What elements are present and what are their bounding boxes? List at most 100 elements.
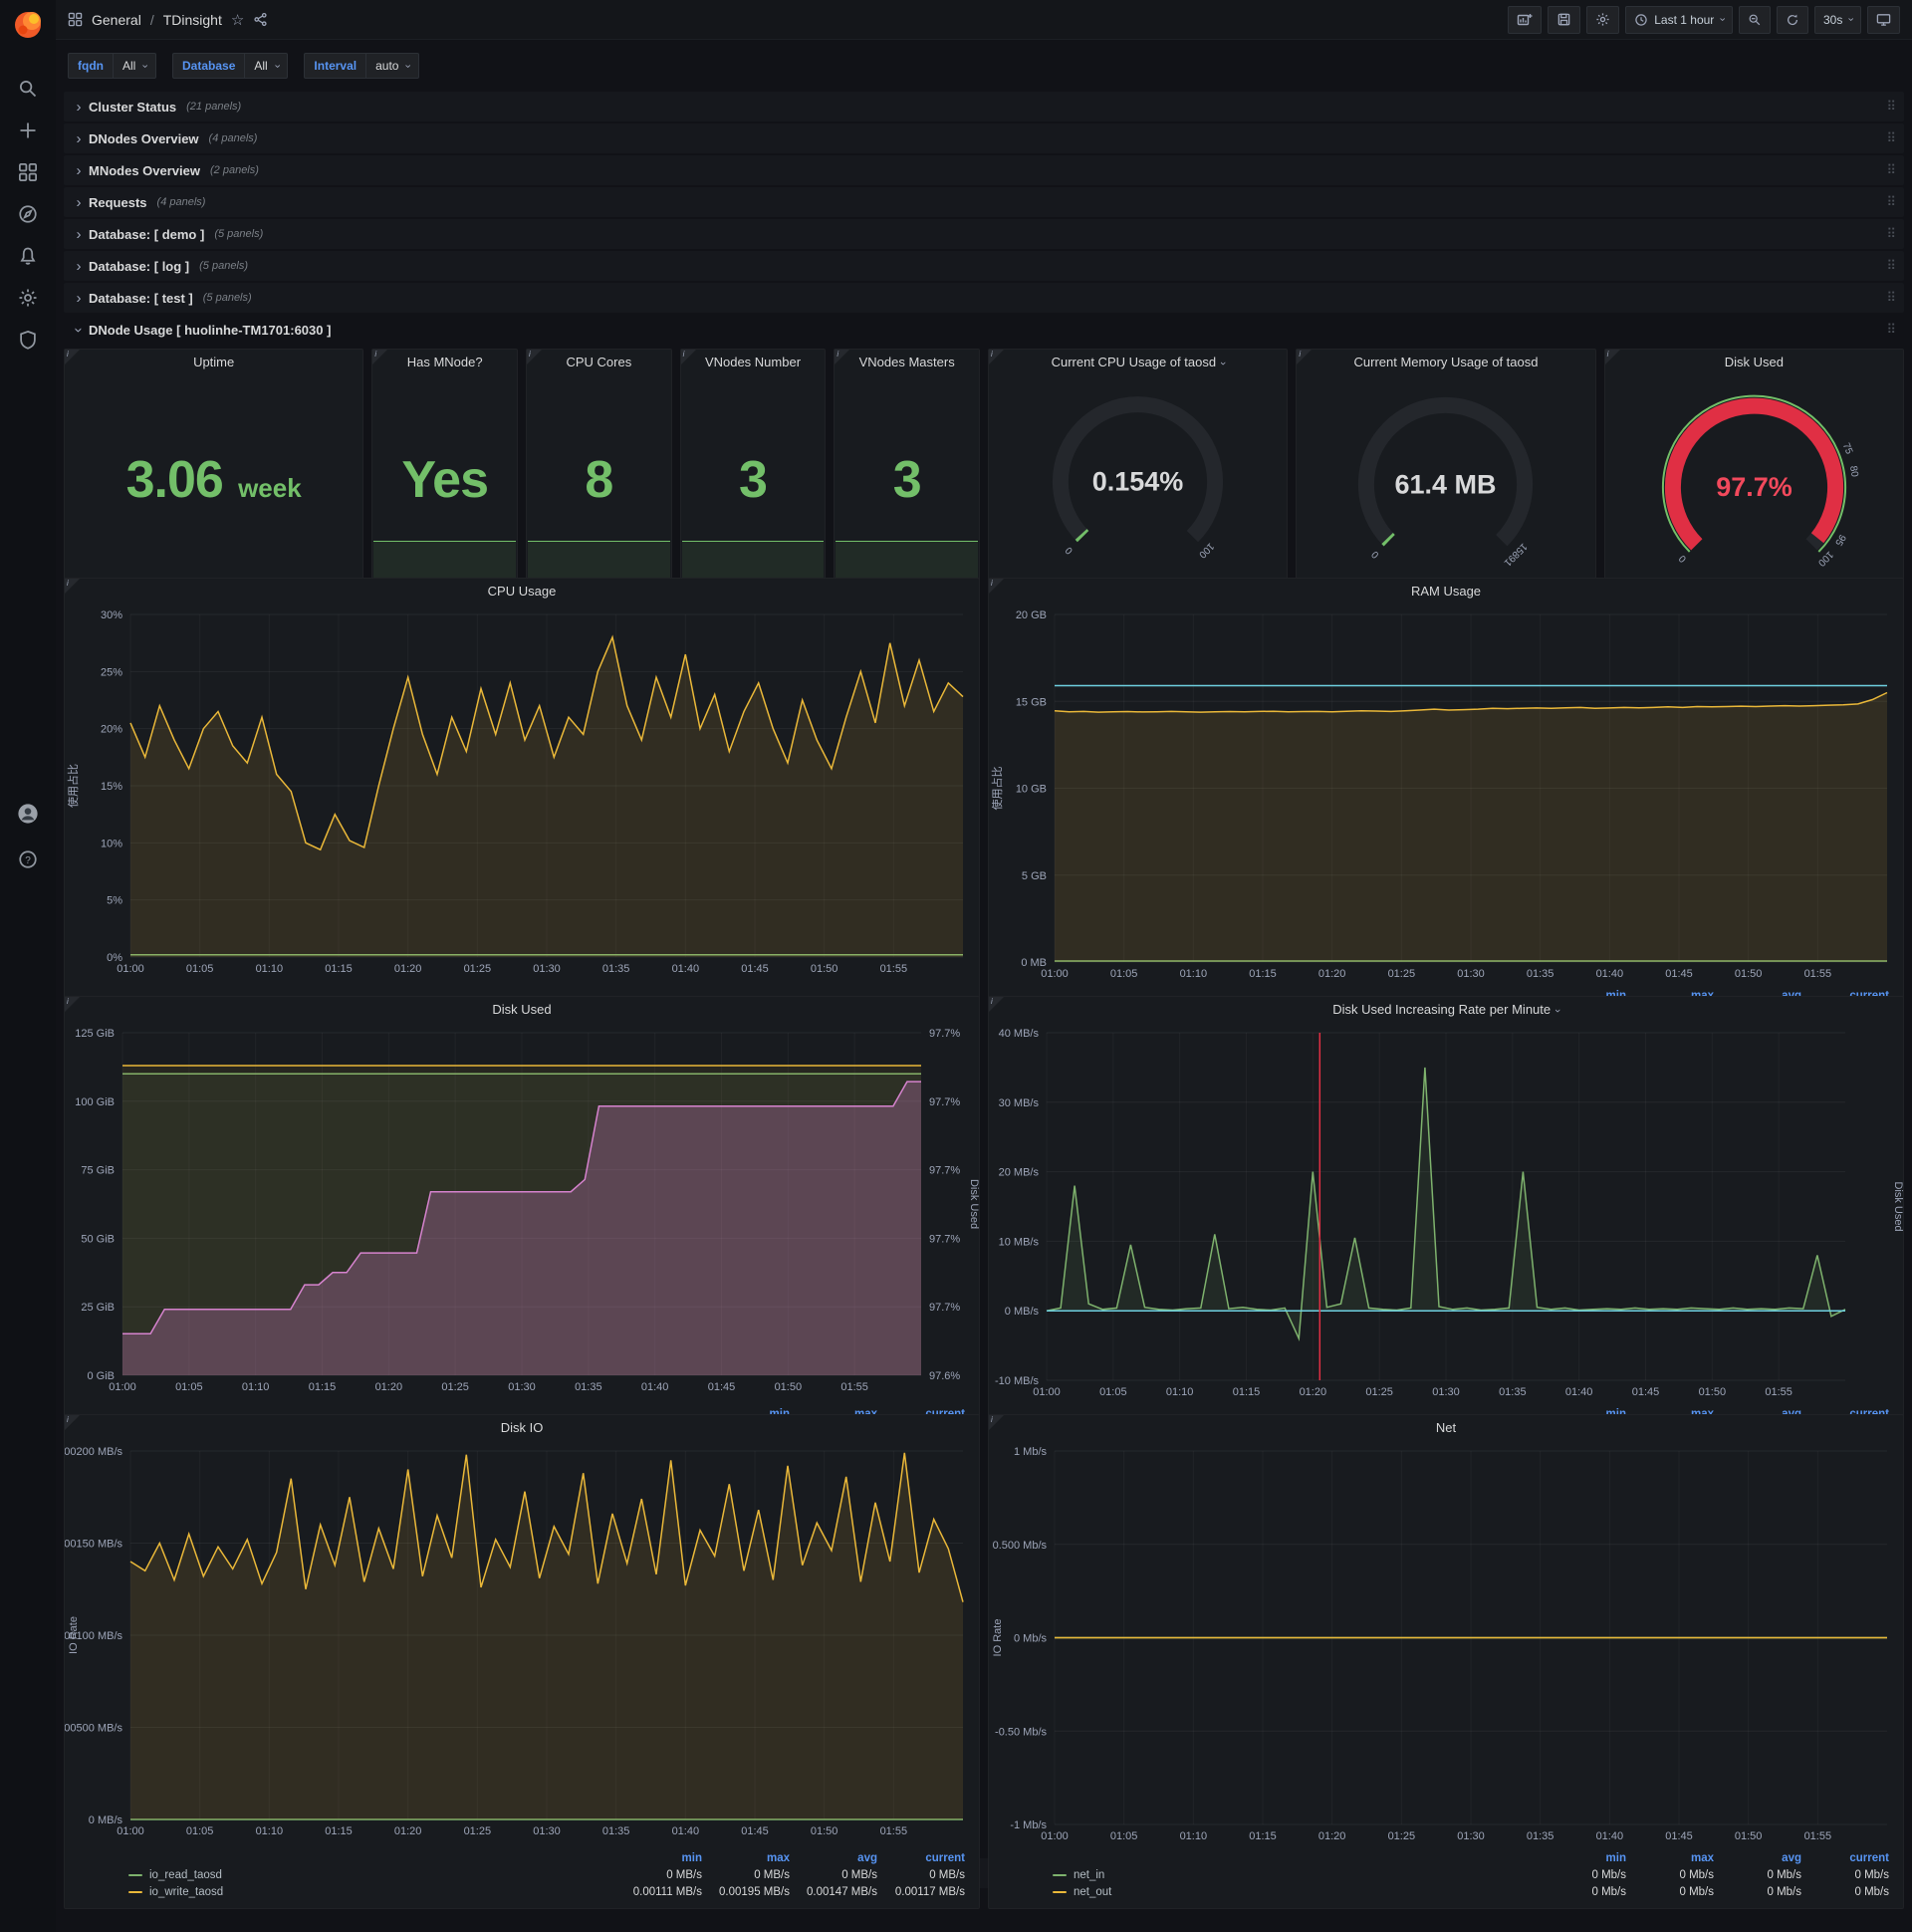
time-range-picker[interactable]: Last 1 hour › — [1625, 5, 1733, 34]
panel-info-icon[interactable] — [989, 997, 1004, 1012]
panel-info-icon[interactable] — [372, 350, 388, 364]
tv-mode-icon[interactable] — [1867, 5, 1900, 34]
panel-title[interactable]: Net — [989, 1415, 1903, 1441]
legend-col-header[interactable]: max — [702, 1851, 790, 1866]
panel-title[interactable]: RAM Usage — [989, 579, 1903, 604]
row-drag-handle[interactable]: ⠿ — [1886, 290, 1896, 306]
net-chart[interactable]: 1 Mb/s 0.500 Mb/s 0 Mb/s -0.50 Mb/s -1 Mb/s 0… — [989, 1441, 1903, 1849]
y-tick-label: 10 MB/s — [999, 1236, 1040, 1248]
panel-title[interactable]: Current CPU Usage of taosd› — [989, 350, 1287, 375]
panel-title[interactable]: Has MNode? — [372, 350, 517, 375]
row-title[interactable]: Cluster Status — [89, 100, 176, 115]
variable-value-dropdown[interactable]: auto › — [365, 53, 420, 79]
row-drag-handle[interactable]: ⠿ — [1886, 194, 1896, 210]
refresh-button[interactable] — [1776, 5, 1808, 34]
dashboard-row[interactable]: › Database: [ demo ] (5 panels) ⠿ — [64, 219, 1904, 249]
panel-title[interactable]: Disk Used Increasing Rate per Minute› — [989, 997, 1903, 1023]
legend-col-header[interactable]: avg — [1714, 1851, 1801, 1866]
legend-col-header[interactable]: min — [1539, 1851, 1626, 1866]
row-title[interactable]: Requests — [89, 195, 147, 210]
panel-title[interactable]: Disk IO — [65, 1415, 979, 1441]
disk-used-chart[interactable]: 125 GiB 97.7% 100 GiB 97.7% 75 GiB 97.7% 50 Gi… — [65, 1023, 980, 1405]
zoom-out-icon[interactable] — [1738, 5, 1771, 34]
dashboard-row[interactable]: › Cluster Status (21 panels) ⠿ — [64, 92, 1904, 121]
dashboard-row[interactable]: › Database: [ test ] (5 panels) ⠿ — [64, 283, 1904, 313]
search-icon[interactable] — [7, 68, 49, 110]
row-title[interactable]: Database: [ demo ] — [89, 227, 204, 242]
panel-info-icon[interactable] — [65, 350, 80, 364]
row-drag-handle[interactable]: ⠿ — [1886, 322, 1896, 338]
add-panel-button[interactable] — [1508, 5, 1543, 34]
dashboard-row[interactable]: › Requests (4 panels) ⠿ — [64, 187, 1904, 217]
legend-col-header[interactable]: min — [614, 1851, 702, 1866]
panel-info-icon[interactable] — [989, 579, 1004, 594]
variable-database[interactable]: Database All › — [172, 53, 289, 79]
panel-title[interactable]: Uptime — [65, 350, 362, 375]
row-title[interactable]: DNodes Overview — [89, 131, 199, 146]
dashboard-row[interactable]: › DNodes Overview (4 panels) ⠿ — [64, 123, 1904, 153]
navbar-actions: Last 1 hour › 30s › — [1508, 5, 1900, 34]
save-dashboard-button[interactable] — [1548, 5, 1581, 34]
variable-fqdn[interactable]: fqdn All › — [68, 53, 157, 79]
configuration-gear-icon[interactable] — [7, 277, 49, 319]
dashboards-grid-icon[interactable] — [7, 151, 49, 193]
legend-series-name[interactable]: io_write_taosd — [128, 1885, 614, 1900]
x-tick-label: 01:45 — [1632, 1386, 1660, 1398]
variable-value-dropdown[interactable]: All › — [244, 53, 289, 79]
panel-info-icon[interactable] — [680, 350, 696, 364]
legend-col-header[interactable]: current — [877, 1851, 965, 1866]
ram-usage-chart[interactable]: 20 GB 15 GB 10 GB 5 GB 0 MB 01:00 01:05 01:10 01… — [989, 604, 1903, 987]
panel-info-icon[interactable] — [989, 350, 1004, 364]
user-avatar[interactable] — [7, 793, 49, 835]
legend-series-name[interactable]: net_out — [1053, 1885, 1539, 1900]
breadcrumb-section[interactable]: General — [92, 12, 141, 28]
row-drag-handle[interactable]: ⠿ — [1886, 226, 1896, 242]
panel-title[interactable]: VNodes Number — [681, 350, 826, 375]
row-title[interactable]: DNode Usage [ huolinhe-TM1701:6030 ] — [89, 323, 331, 338]
alerting-bell-icon[interactable] — [7, 235, 49, 277]
explore-compass-icon[interactable] — [7, 193, 49, 235]
legend-series-name[interactable]: net_in — [1053, 1868, 1539, 1883]
panel-info-icon[interactable] — [1604, 350, 1620, 364]
row-title[interactable]: MNodes Overview — [89, 163, 200, 178]
cpu-usage-chart[interactable]: 30% 25% 20% 15% 10% 5% 0% 01:00 01:05 01:10 01:15 0… — [65, 604, 979, 1004]
row-drag-handle[interactable]: ⠿ — [1886, 99, 1896, 115]
star-icon[interactable]: ☆ — [231, 11, 244, 29]
disk-io-chart[interactable]: 0.00200 MB/s0.00150 MB/s0.00100 MB/s0.00… — [56, 1441, 979, 1849]
panel-title[interactable]: CPU Cores — [527, 350, 671, 375]
grafana-logo-icon[interactable] — [13, 10, 43, 40]
panel-info-icon[interactable] — [835, 350, 850, 364]
legend-col-header[interactable]: current — [1801, 1851, 1889, 1866]
panel-info-icon[interactable] — [65, 1415, 80, 1430]
panel-title[interactable]: Disk Used — [65, 997, 979, 1023]
dashboard-settings-gear-icon[interactable] — [1586, 5, 1620, 34]
panel-title[interactable]: VNodes Masters — [835, 350, 979, 375]
disk-rate-chart[interactable]: 40 MB/s 30 MB/s 20 MB/s 10 MB/s 0 MB/s -10 MB… — [989, 1023, 1904, 1405]
dashboard-row[interactable]: › Database: [ log ] (5 panels) ⠿ — [64, 251, 1904, 281]
row-drag-handle[interactable]: ⠿ — [1886, 130, 1896, 146]
legend-col-header[interactable]: max — [1626, 1851, 1714, 1866]
share-icon[interactable] — [253, 12, 268, 27]
dashboard-title[interactable]: TDinsight — [163, 12, 222, 28]
panel-info-icon[interactable] — [1297, 350, 1313, 364]
variable-interval[interactable]: Interval auto › — [304, 53, 420, 79]
row-title[interactable]: Database: [ test ] — [89, 291, 193, 306]
create-plus-icon[interactable] — [7, 110, 49, 151]
legend-col-header[interactable]: avg — [790, 1851, 877, 1866]
panel-info-icon[interactable] — [989, 1415, 1004, 1430]
dashboard-row[interactable]: › MNodes Overview (2 panels) ⠿ — [64, 155, 1904, 185]
panel-info-icon[interactable] — [65, 579, 80, 594]
panel-title[interactable]: Current Memory Usage of taosd — [1297, 350, 1594, 375]
panel-info-icon[interactable] — [527, 350, 542, 364]
server-admin-shield-icon[interactable] — [7, 319, 49, 361]
help-icon[interactable]: ? — [7, 839, 49, 880]
panel-info-icon[interactable] — [65, 997, 80, 1012]
variable-value-dropdown[interactable]: All › — [113, 53, 157, 79]
row-drag-handle[interactable]: ⠿ — [1886, 258, 1896, 274]
expanded-row-header[interactable]: › DNode Usage [ huolinhe-TM1701:6030 ] ⠿ — [64, 315, 1904, 345]
row-drag-handle[interactable]: ⠿ — [1886, 162, 1896, 178]
refresh-interval-picker[interactable]: 30s › — [1813, 5, 1861, 34]
panel-title[interactable]: Disk Used — [1605, 350, 1903, 375]
row-title[interactable]: Database: [ log ] — [89, 259, 189, 274]
legend-series-name[interactable]: io_read_taosd — [128, 1868, 614, 1883]
